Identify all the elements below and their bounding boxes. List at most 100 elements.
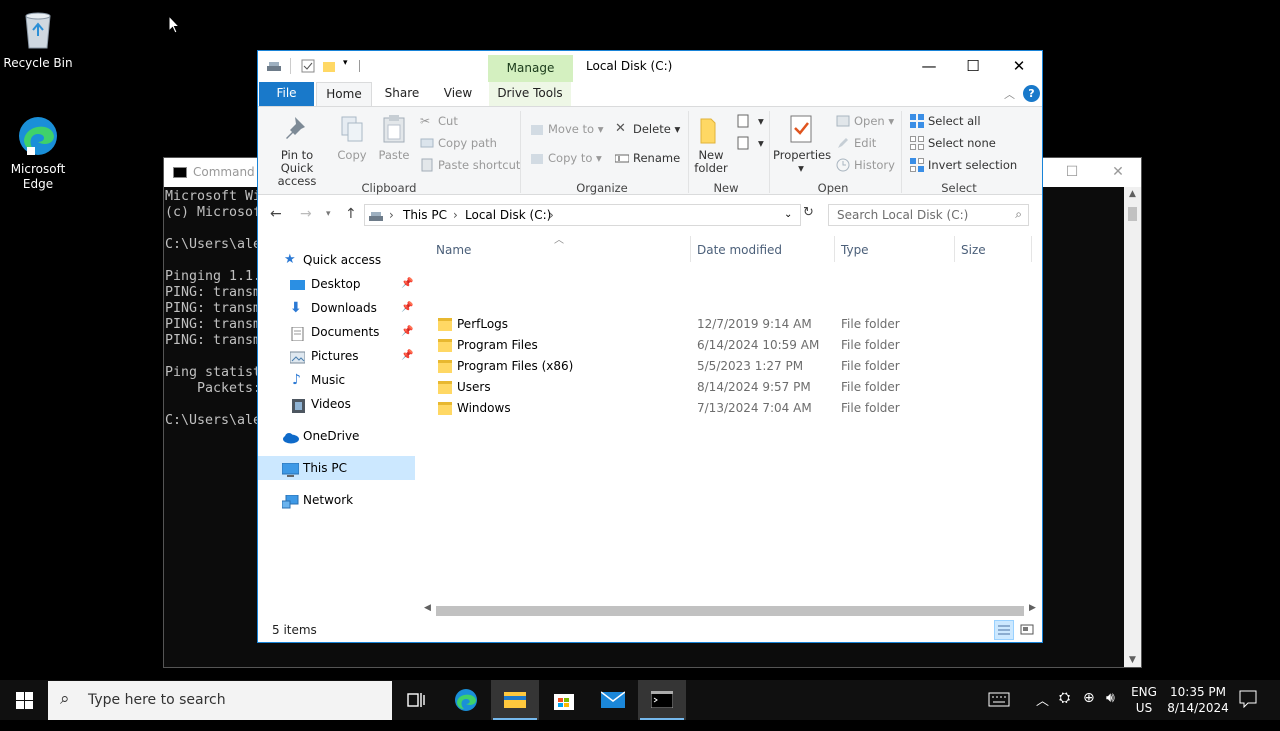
language-indicator[interactable]: ENG US — [1131, 684, 1157, 724]
minimize-button[interactable]: — — [906, 51, 952, 82]
cut-button[interactable]: ✂ Cut — [420, 111, 458, 131]
column-separator[interactable] — [834, 236, 835, 262]
forward-arrow-icon[interactable]: → — [300, 206, 312, 222]
help-icon[interactable]: ? — [1023, 85, 1040, 102]
copy-path-button[interactable]: Copy path — [420, 133, 497, 153]
clock[interactable]: 10:35 PM 8/14/2024 — [1160, 684, 1236, 716]
move-to-button[interactable]: Move to ▾ — [530, 119, 603, 139]
column-header-type[interactable]: Type — [841, 238, 869, 262]
pin-icon[interactable]: 📌 — [401, 296, 413, 320]
horizontal-scrollbar[interactable]: ◀ ▶ — [420, 602, 1040, 619]
refresh-icon[interactable]: ↻ — [803, 205, 814, 220]
nav-item-this-pc[interactable]: This PC — [258, 456, 415, 480]
properties-check-icon[interactable] — [301, 59, 315, 73]
pin-to-quick-access-button[interactable]: Pin to Quick access — [264, 111, 330, 188]
delete-button[interactable]: ✕ Delete ▾ — [615, 119, 680, 139]
start-button[interactable] — [0, 680, 48, 720]
breadcrumb-local-disk[interactable]: Local Disk (C:) — [465, 208, 551, 222]
breadcrumb-separator-icon[interactable]: › — [453, 208, 458, 222]
notifications-icon[interactable] — [1239, 690, 1257, 730]
horizontal-scroll-thumb[interactable] — [436, 606, 1024, 616]
cmd-scroll-thumb[interactable] — [1128, 207, 1137, 221]
desktop-icon-recycle-bin[interactable]: Recycle Bin — [0, 8, 76, 71]
pin-icon[interactable]: 📌 — [401, 344, 413, 368]
recent-locations-icon[interactable]: ▾ — [326, 209, 331, 219]
tab-home[interactable]: Home — [316, 82, 372, 106]
file-row[interactable]: PerfLogs 12/7/2019 9:14 AM File folder — [426, 314, 1026, 335]
globe-icon[interactable]: ⊕ — [1083, 690, 1095, 730]
up-arrow-icon[interactable]: ↑ — [345, 206, 357, 222]
search-input[interactable]: Search Local Disk (C:) ⌕ — [828, 204, 1029, 226]
nav-item-videos[interactable]: Videos — [258, 392, 415, 416]
file-row[interactable]: Users 8/14/2024 9:57 PM File folder — [426, 377, 1026, 398]
nav-item-music[interactable]: ♪ Music — [258, 368, 415, 392]
task-view-button[interactable] — [392, 680, 440, 720]
column-header-size[interactable]: Size — [961, 238, 986, 262]
copy-button[interactable]: Copy — [334, 111, 370, 162]
taskbar-mail[interactable] — [589, 680, 637, 720]
scroll-down-icon[interactable]: ▼ — [1124, 655, 1141, 665]
new-folder-button[interactable]: New folder — [692, 111, 730, 175]
column-header-date-modified[interactable]: Date modified — [697, 238, 782, 262]
column-separator[interactable] — [690, 236, 691, 262]
file-explorer-window[interactable]: ▾ Manage Local Disk (C:) — ☐ ✕ File Home… — [257, 50, 1043, 643]
address-dropdown-icon[interactable]: ⌄ — [784, 209, 792, 220]
new-item-button[interactable]: ▾ — [736, 111, 764, 131]
tab-view[interactable]: View — [432, 82, 484, 106]
rename-button[interactable]: Rename — [614, 148, 680, 168]
explorer-drive-icon[interactable] — [267, 59, 281, 73]
column-separator[interactable] — [1031, 236, 1032, 262]
taskbar-search-input[interactable]: ⌕ Type here to search — [48, 681, 392, 720]
history-button[interactable]: History — [836, 155, 895, 175]
breadcrumb-separator-icon[interactable]: › — [389, 208, 394, 222]
collapse-ribbon-icon[interactable]: ︿ — [1004, 86, 1015, 102]
breadcrumb-this-pc[interactable]: This PC — [403, 208, 447, 222]
volume-icon[interactable]: 🔊︎ — [1106, 690, 1115, 730]
copy-to-button[interactable]: Copy to ▾ — [530, 148, 602, 168]
scroll-left-icon[interactable]: ◀ — [424, 603, 431, 613]
tab-file[interactable]: File — [259, 82, 314, 106]
select-all-button[interactable]: Select all — [910, 111, 981, 131]
file-row[interactable]: Program Files (x86) 5/5/2023 1:27 PM Fil… — [426, 356, 1026, 377]
nav-item-desktop[interactable]: Desktop 📌 — [258, 272, 415, 296]
maximize-button[interactable]: ☐ — [950, 51, 996, 82]
address-box[interactable]: › This PC › Local Disk (C:) › ⌄ — [364, 204, 801, 226]
properties-button[interactable]: Properties ▾ — [773, 111, 831, 175]
nav-item-downloads[interactable]: ⬇ Downloads 📌 — [258, 296, 415, 320]
qat-dropdown-icon[interactable]: ▾ — [343, 58, 348, 68]
file-row[interactable]: Program Files 6/14/2024 10:59 AM File fo… — [426, 335, 1026, 356]
invert-selection-button[interactable]: Invert selection — [910, 155, 1017, 175]
nav-item-quick-access[interactable]: ★ Quick access — [258, 248, 415, 272]
column-separator[interactable] — [954, 236, 955, 262]
column-header-name[interactable]: Name — [436, 238, 471, 262]
nav-item-pictures[interactable]: Pictures 📌 — [258, 344, 415, 368]
edit-button[interactable]: Edit — [836, 133, 876, 153]
details-view-button[interactable] — [994, 620, 1014, 640]
large-icons-view-button[interactable] — [1017, 620, 1037, 640]
scroll-right-icon[interactable]: ▶ — [1029, 603, 1036, 613]
tab-drive-tools[interactable]: Drive Tools — [489, 82, 571, 106]
nav-item-documents[interactable]: Documents 📌 — [258, 320, 415, 344]
pin-icon[interactable]: 📌 — [401, 320, 413, 344]
pin-icon[interactable]: 📌 — [401, 272, 413, 296]
desktop-icon-edge[interactable]: Microsoft Edge — [0, 114, 76, 192]
breadcrumb-separator-icon[interactable]: › — [549, 208, 554, 222]
taskbar-file-explorer[interactable] — [491, 680, 539, 720]
taskbar-edge[interactable] — [442, 680, 490, 720]
paste-button[interactable]: Paste — [375, 111, 413, 162]
file-row[interactable]: Windows 7/13/2024 7:04 AM File folder — [426, 398, 1026, 419]
show-hidden-icons-icon[interactable]: ︿ — [1036, 690, 1049, 730]
taskbar-command-prompt[interactable] — [638, 680, 686, 720]
select-none-button[interactable]: Select none — [910, 133, 996, 153]
open-button[interactable]: Open ▾ — [836, 111, 894, 131]
nav-item-network[interactable]: Network — [258, 488, 415, 512]
touch-keyboard-icon[interactable] — [988, 691, 1010, 731]
scroll-up-icon[interactable]: ▲ — [1124, 189, 1141, 199]
paste-shortcut-button[interactable]: Paste shortcut — [420, 155, 520, 175]
taskbar-store[interactable] — [540, 680, 588, 720]
manage-context-tab[interactable]: Manage — [488, 55, 573, 82]
close-button[interactable]: ✕ — [996, 51, 1042, 82]
back-arrow-icon[interactable]: ← — [270, 206, 282, 222]
cmd-maximize-button[interactable]: ☐ — [1049, 158, 1095, 187]
new-folder-qat-icon[interactable] — [322, 59, 336, 73]
